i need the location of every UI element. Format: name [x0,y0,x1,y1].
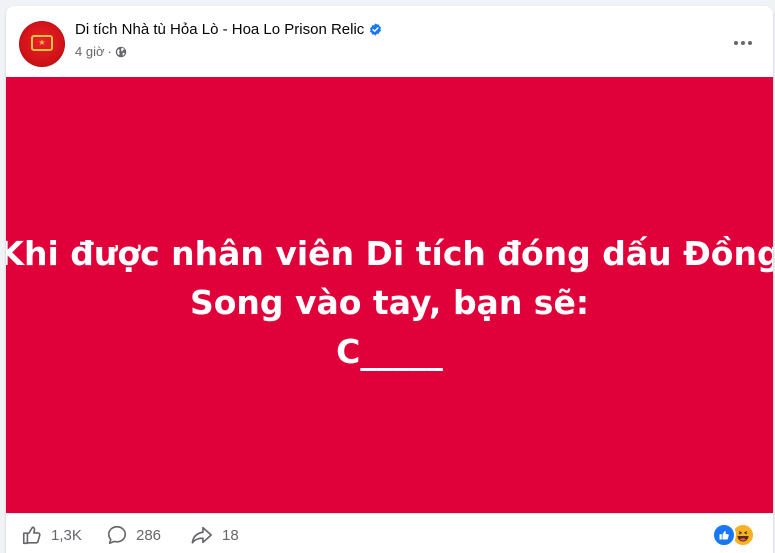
like-reaction-icon [712,523,736,547]
image-text-line-1: Khi được nhân viên Di tích đóng dấu Đồng [6,233,773,273]
globe-icon[interactable] [115,46,127,58]
meta-separator: · [107,44,112,59]
post-image[interactable]: Khi được nhân viên Di tích đóng dấu Đồng… [6,77,773,513]
post-image-text: Khi được nhân viên Di tích đóng dấu Đồng… [6,229,773,376]
verified-badge-icon [370,23,382,36]
image-text-line-3: C_____ [336,331,443,371]
reaction-summary[interactable] [712,523,755,547]
avatar-star-icon: ★ [38,38,46,47]
comment-count: 286 [136,526,162,544]
like-count: 1,3K [51,526,82,544]
share-arrow-icon [191,526,212,544]
post-time[interactable]: 4 giờ [75,44,105,59]
post-meta: 4 giờ · [75,44,127,59]
page-avatar[interactable]: ★ [19,21,65,67]
more-options-button[interactable] [726,26,760,60]
thumbs-up-icon [22,526,41,545]
post-footer: 1,3K 286 18 [6,513,773,553]
page-name-link[interactable]: Di tích Nhà tù Hỏa Lò - Hoa Lo Prison Re… [75,21,382,38]
avatar-logo-frame: ★ [31,35,53,51]
more-dot [741,41,745,45]
page-name[interactable]: Di tích Nhà tù Hỏa Lò - Hoa Lo Prison Re… [75,21,364,38]
comment-button[interactable]: 286 [106,524,161,546]
share-count: 18 [222,526,239,544]
more-dot [734,41,738,45]
post-header: ★ Di tích Nhà tù Hỏa Lò - Hoa Lo Prison … [6,6,773,77]
share-button[interactable]: 18 [190,524,239,546]
comment-bubble-icon [107,525,127,545]
image-text-line-2: Song vào tay, bạn sẽ: [189,282,590,322]
more-dot [748,41,752,45]
post-card: ★ Di tích Nhà tù Hỏa Lò - Hoa Lo Prison … [6,6,773,553]
like-button[interactable]: 1,3K [21,524,82,546]
